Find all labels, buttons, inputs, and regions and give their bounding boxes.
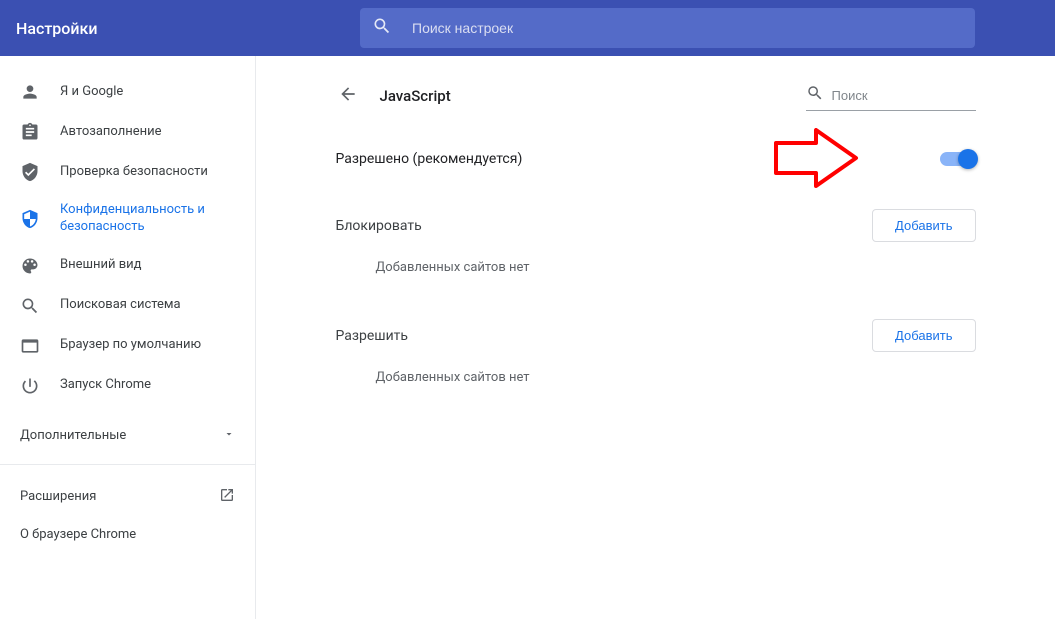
app-header: Настройки — [0, 0, 1055, 56]
app-title: Настройки — [0, 19, 260, 38]
page-header: JavaScript — [336, 80, 976, 131]
sidebar-item-label: Запуск Chrome — [60, 377, 151, 394]
sidebar-item-privacy-security[interactable]: Конфиденциальность и безопасность — [0, 192, 255, 246]
header-search[interactable] — [360, 8, 975, 48]
sidebar-item-label: Конфиденциальность и безопасность — [60, 202, 235, 236]
advanced-toggle[interactable]: Дополнительные — [0, 418, 255, 456]
block-add-button[interactable]: Добавить — [872, 209, 975, 242]
palette-icon — [20, 256, 40, 276]
clipboard-icon — [20, 122, 40, 142]
person-icon — [20, 82, 40, 102]
allow-add-button[interactable]: Добавить — [872, 319, 975, 352]
block-empty-text: Добавленных сайтов нет — [336, 246, 976, 287]
security-icon — [20, 209, 40, 229]
block-section-title: Блокировать — [336, 218, 422, 234]
allowed-row: Разрешено (рекомендуется) — [336, 131, 976, 191]
sidebar-item-you-and-google[interactable]: Я и Google — [0, 72, 255, 112]
page-title: JavaScript — [380, 87, 451, 105]
sidebar-item-safety-check[interactable]: Проверка безопасности — [0, 152, 255, 192]
sidebar-item-label: Внешний вид — [60, 257, 142, 274]
sidebar-item-autofill[interactable]: Автозаполнение — [0, 112, 255, 152]
extensions-label: Расширения — [20, 489, 96, 504]
about-chrome-link[interactable]: О браузере Chrome — [0, 517, 255, 552]
divider — [0, 464, 255, 465]
open-in-new-icon — [219, 487, 235, 507]
search-icon — [20, 296, 40, 316]
allowed-label: Разрешено (рекомендуется) — [336, 151, 523, 167]
main-content: JavaScript Разрешено (рекомендуется) Бло… — [256, 56, 1055, 619]
arrow-back-icon — [338, 84, 358, 108]
about-label: О браузере Chrome — [20, 527, 136, 542]
sidebar-item-label: Поисковая система — [60, 297, 181, 314]
extensions-link[interactable]: Расширения — [0, 477, 255, 517]
allow-section-title: Разрешить — [336, 328, 409, 344]
power-icon — [20, 376, 40, 396]
block-section: Блокировать Добавить Добавленных сайтов … — [336, 191, 976, 301]
chevron-down-icon — [223, 428, 235, 444]
sidebar: Я и Google Автозаполнение Проверка безоп… — [0, 56, 256, 619]
search-icon — [372, 16, 392, 40]
shield-check-icon — [20, 162, 40, 182]
allow-section: Разрешить Добавить Добавленных сайтов не… — [336, 301, 976, 411]
sidebar-item-label: Проверка безопасности — [60, 164, 208, 181]
allow-empty-text: Добавленных сайтов нет — [336, 356, 976, 397]
page-search-input[interactable] — [832, 88, 1008, 103]
header-search-input[interactable] — [412, 20, 963, 36]
browser-icon — [20, 336, 40, 356]
sidebar-item-appearance[interactable]: Внешний вид — [0, 246, 255, 286]
sidebar-item-default-browser[interactable]: Браузер по умолчанию — [0, 326, 255, 366]
sidebar-item-label: Я и Google — [60, 84, 123, 101]
sidebar-item-label: Браузер по умолчанию — [60, 337, 201, 354]
back-button[interactable] — [336, 84, 360, 108]
advanced-label: Дополнительные — [20, 428, 126, 443]
page-search[interactable] — [806, 80, 976, 111]
javascript-toggle[interactable] — [940, 152, 976, 166]
search-icon — [806, 84, 824, 106]
sidebar-item-on-startup[interactable]: Запуск Chrome — [0, 366, 255, 406]
sidebar-item-search-engine[interactable]: Поисковая система — [0, 286, 255, 326]
sidebar-item-label: Автозаполнение — [60, 124, 162, 141]
